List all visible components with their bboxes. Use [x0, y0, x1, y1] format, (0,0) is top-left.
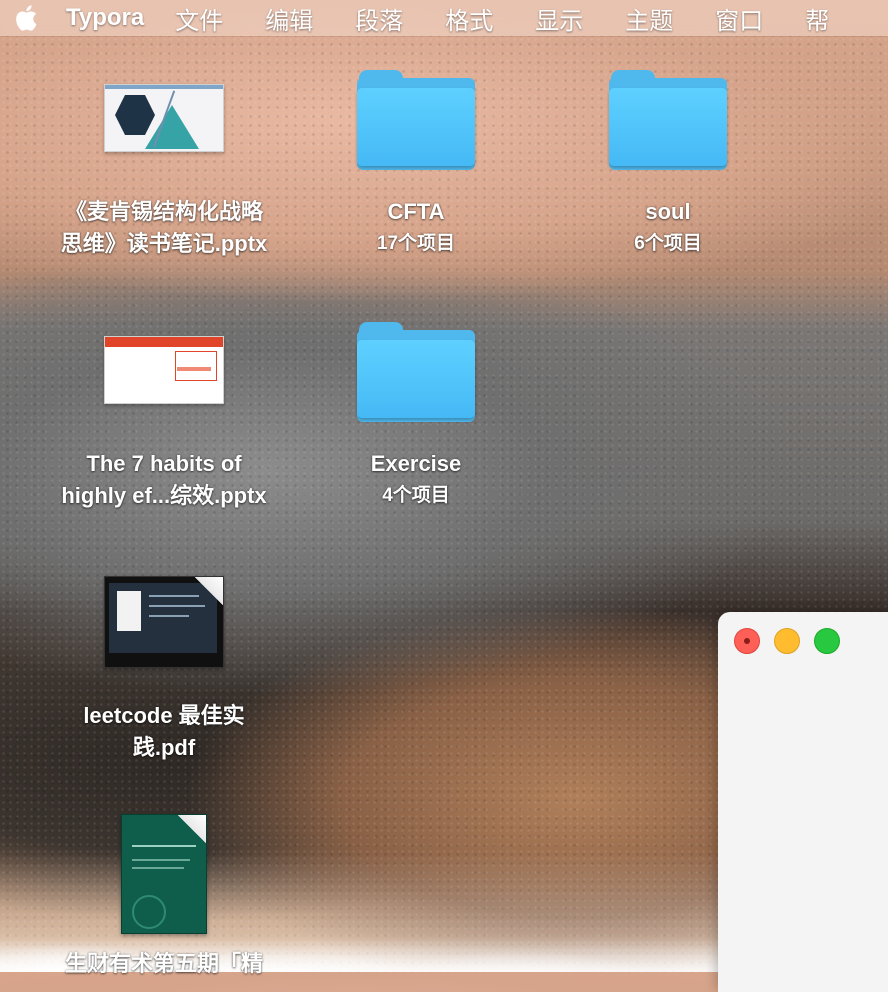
folder-item-count: 6个项目	[634, 233, 702, 254]
window-zoom-button[interactable]	[814, 628, 840, 654]
apple-menu[interactable]	[0, 0, 56, 36]
window-minimize-button[interactable]	[774, 628, 800, 654]
menu-format[interactable]: 格式	[424, 1, 514, 36]
menu-bar: Typora 文件 编辑 段落 格式 显示 主题 窗口 帮	[0, 0, 888, 36]
menu-window[interactable]: 窗口	[694, 1, 784, 36]
app-window[interactable]	[718, 612, 888, 992]
apple-icon	[16, 5, 37, 31]
file-name-line1: The 7 habits of	[86, 451, 242, 476]
file-name-line1: 生财有术第五期「精	[64, 951, 263, 976]
folder-item-count: 4个项目	[382, 485, 450, 506]
folder-item-count: 17个项目	[376, 233, 456, 254]
menu-view[interactable]: 显示	[514, 1, 604, 36]
menu-help[interactable]: 帮	[784, 1, 850, 36]
folder-icon	[357, 322, 475, 422]
folder-name: soul	[645, 199, 691, 224]
folder-icon	[609, 70, 727, 170]
pdf-thumbnail	[104, 576, 224, 668]
pptx-thumbnail	[104, 336, 224, 404]
menu-file[interactable]: 文件	[154, 1, 244, 36]
folder-name: Exercise	[370, 451, 462, 476]
file-name-line2: 践.pdf	[132, 735, 196, 760]
folder-name: CFTA	[387, 199, 445, 224]
file-name-line2: highly ef...综效.pptx	[61, 483, 267, 508]
file-name-line1: 《麦肯锡结构化战略	[64, 199, 263, 224]
file-name-line2: 思维》读书笔记.pptx	[60, 231, 268, 256]
menu-theme[interactable]: 主题	[604, 1, 694, 36]
menu-edit[interactable]: 编辑	[244, 1, 334, 36]
menu-paragraph[interactable]: 段落	[334, 1, 424, 36]
pdf-thumbnail	[121, 814, 207, 934]
pptx-thumbnail	[104, 84, 224, 152]
folder-icon	[357, 70, 475, 170]
window-close-button[interactable]	[734, 628, 760, 654]
file-name-line1: leetcode 最佳实	[83, 703, 245, 728]
menu-app-name[interactable]: Typora	[56, 4, 154, 32]
